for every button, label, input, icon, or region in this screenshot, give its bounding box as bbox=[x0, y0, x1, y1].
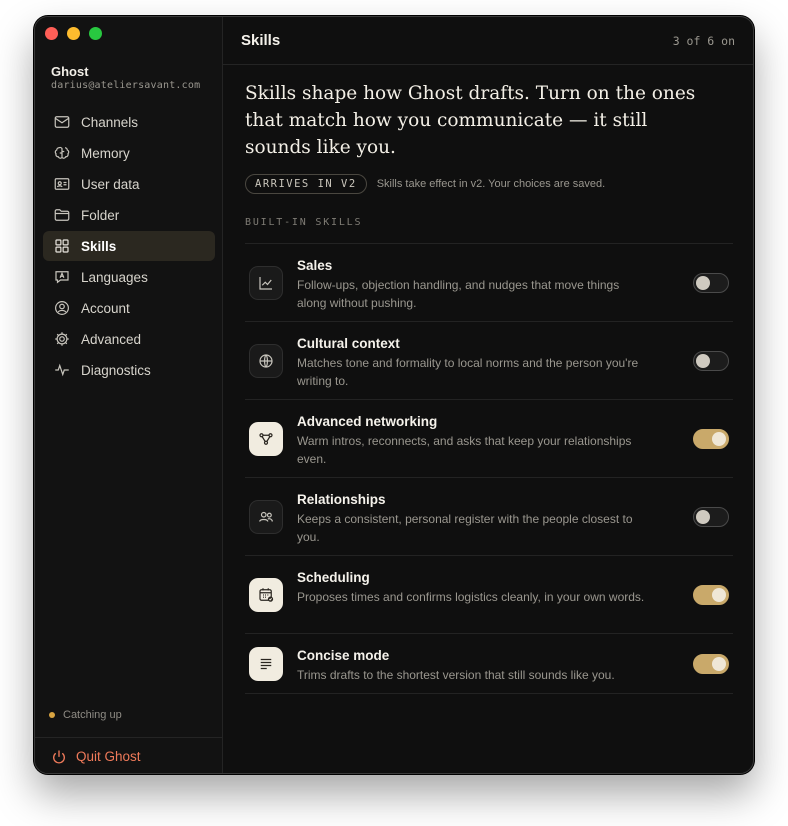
folder-icon bbox=[52, 206, 72, 224]
skill-description: Trims drafts to the shortest version tha… bbox=[297, 668, 615, 682]
people-icon bbox=[249, 500, 283, 534]
cultural-context-toggle[interactable] bbox=[693, 351, 729, 371]
topbar: Skills 3 of 6 on bbox=[223, 17, 753, 65]
skills-list: Sales Follow-ups, objection handling, an… bbox=[245, 243, 733, 694]
user-circle-icon bbox=[52, 299, 72, 317]
skill-description: Warm intros, reconnects, and asks that k… bbox=[297, 434, 632, 466]
headline: Skills shape how Ghost drafts. Turn on t… bbox=[245, 83, 696, 158]
toggle-knob bbox=[696, 354, 710, 368]
skill-title: Scheduling bbox=[297, 570, 370, 585]
skill-title: Relationships bbox=[297, 492, 386, 507]
sidebar-item-skills[interactable]: Skills bbox=[43, 231, 215, 261]
skill-description: Follow-ups, objection handling, and nudg… bbox=[297, 278, 620, 310]
envelope-icon bbox=[52, 113, 72, 131]
toggle-knob bbox=[712, 432, 726, 446]
availability-row: ARRIVES IN V2 Skills take effect in v2. … bbox=[245, 174, 605, 194]
sidebar-nav: Channels Memory User data Folder Skills … bbox=[43, 107, 215, 386]
close-window-button[interactable] bbox=[45, 27, 58, 40]
status-text: Catching up bbox=[63, 709, 122, 721]
account-email: darius@ateliersavant.com bbox=[51, 80, 201, 91]
sales-toggle[interactable] bbox=[693, 273, 729, 293]
skill-description: Proposes times and confirms logistics cl… bbox=[297, 590, 645, 604]
sidebar-item-channels[interactable]: Channels bbox=[43, 107, 215, 137]
arrives-badge: ARRIVES IN V2 bbox=[245, 174, 367, 194]
globe-icon bbox=[249, 344, 283, 378]
toggle-knob bbox=[712, 588, 726, 602]
availability-note: Skills take effect in v2. Your choices a… bbox=[376, 178, 606, 190]
sidebar-item-folder[interactable]: Folder bbox=[43, 200, 215, 230]
toggle-knob bbox=[696, 276, 710, 290]
toggle-knob bbox=[712, 657, 726, 671]
sidebar-item-label: Diagnostics bbox=[81, 362, 151, 378]
concise-mode-toggle[interactable] bbox=[693, 654, 729, 674]
page-title: Skills bbox=[241, 32, 281, 49]
sidebar-item-label: Account bbox=[81, 300, 130, 316]
sidebar-item-diagnostics[interactable]: Diagnostics bbox=[43, 355, 215, 385]
section-label: BUILT-IN SKILLS bbox=[245, 217, 363, 228]
skill-row-advanced-networking: Advanced networking Warm intros, reconne… bbox=[245, 400, 733, 478]
text-lines-icon bbox=[249, 647, 283, 681]
skill-description: Keeps a consistent, personal register wi… bbox=[297, 512, 633, 544]
pulse-icon bbox=[52, 361, 72, 379]
skill-title: Concise mode bbox=[297, 648, 390, 663]
sidebar-item-label: Folder bbox=[81, 207, 120, 223]
skill-row-sales: Sales Follow-ups, objection handling, an… bbox=[245, 244, 733, 322]
sidebar-item-label: Advanced bbox=[81, 331, 142, 347]
main-panel: Skills 3 of 6 on Skills shape how Ghost … bbox=[223, 17, 753, 773]
relationships-toggle[interactable] bbox=[693, 507, 729, 527]
skill-title: Sales bbox=[297, 258, 333, 273]
advanced-networking-toggle[interactable] bbox=[693, 429, 729, 449]
skill-title: Cultural context bbox=[297, 336, 400, 351]
status-dot-icon bbox=[49, 712, 55, 718]
language-icon bbox=[52, 268, 72, 286]
minimize-window-button[interactable] bbox=[67, 27, 80, 40]
sidebar-item-user-data[interactable]: User data bbox=[43, 169, 215, 199]
zoom-window-button[interactable] bbox=[89, 27, 102, 40]
sidebar-item-label: User data bbox=[81, 176, 140, 192]
skill-row-cultural-context: Cultural context Matches tone and formal… bbox=[245, 322, 733, 400]
skill-title: Advanced networking bbox=[297, 414, 438, 429]
enabled-count: 3 of 6 on bbox=[672, 33, 735, 48]
app-window: Ghost darius@ateliersavant.com Channels … bbox=[34, 16, 754, 774]
gear-icon bbox=[52, 330, 72, 348]
trend-chart-icon bbox=[249, 266, 283, 300]
sidebar-item-languages[interactable]: Languages bbox=[43, 262, 215, 292]
quit-button[interactable]: Quit Ghost bbox=[35, 737, 222, 773]
window-controls bbox=[45, 27, 102, 40]
quit-label: Quit Ghost bbox=[76, 749, 141, 764]
sidebar-item-advanced[interactable]: Advanced bbox=[43, 324, 215, 354]
account-name: Ghost bbox=[51, 64, 89, 79]
power-icon bbox=[53, 749, 65, 764]
sidebar-item-account[interactable]: Account bbox=[43, 293, 215, 323]
brain-icon bbox=[52, 144, 72, 162]
sidebar-item-label: Skills bbox=[81, 238, 117, 254]
skill-row-relationships: Relationships Keeps a consistent, person… bbox=[245, 478, 733, 556]
sync-status: Catching up bbox=[49, 709, 122, 721]
sidebar-item-label: Memory bbox=[81, 145, 130, 161]
sidebar-item-label: Languages bbox=[81, 269, 148, 285]
scheduling-toggle[interactable] bbox=[693, 585, 729, 605]
skill-row-scheduling: Scheduling Proposes times and confirms l… bbox=[245, 556, 733, 634]
skill-description: Matches tone and formality to local norm… bbox=[297, 356, 639, 388]
network-icon bbox=[249, 422, 283, 456]
id-card-icon bbox=[52, 175, 72, 193]
grid-icon bbox=[52, 237, 72, 255]
sidebar: Ghost darius@ateliersavant.com Channels … bbox=[35, 17, 223, 773]
calendar-check-icon bbox=[249, 578, 283, 612]
sidebar-item-memory[interactable]: Memory bbox=[43, 138, 215, 168]
sidebar-item-label: Channels bbox=[81, 114, 139, 130]
skill-row-concise-mode: Concise mode Trims drafts to the shortes… bbox=[245, 634, 733, 694]
toggle-knob bbox=[696, 510, 710, 524]
